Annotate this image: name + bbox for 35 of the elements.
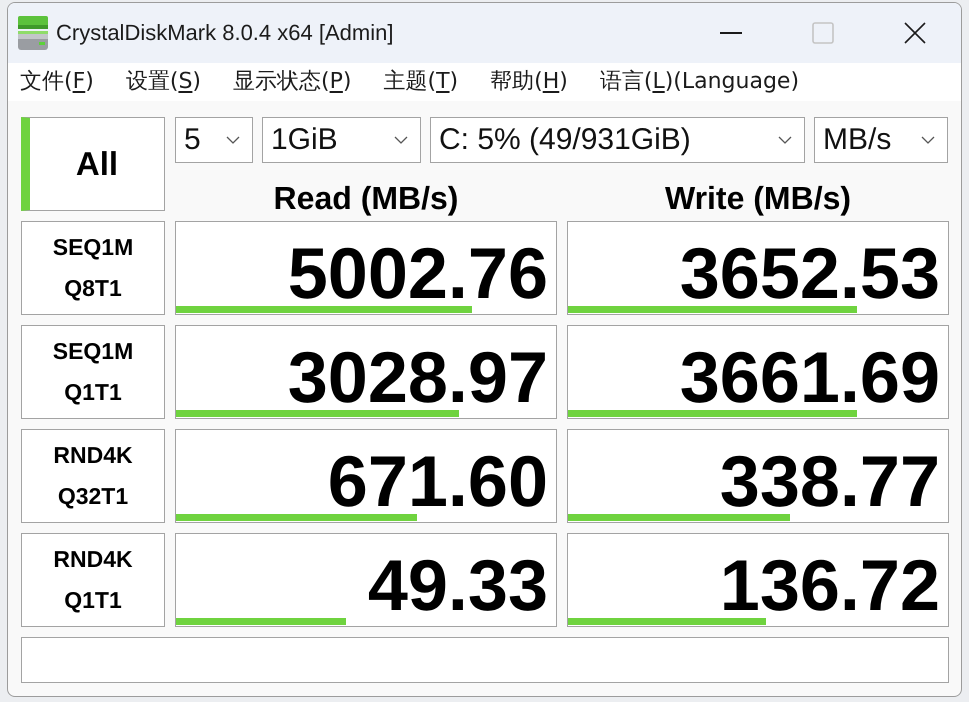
test-button[interactable]: SEQ1M Q1T1	[21, 325, 165, 419]
test-button[interactable]: RND4K Q32T1	[21, 429, 165, 523]
result-value: 49.33	[368, 554, 549, 618]
chevron-down-icon	[778, 136, 792, 144]
dropdown[interactable]: MB/s	[814, 117, 948, 163]
disk-drive-icon	[18, 16, 48, 50]
column-header: Write (MB/s)	[664, 182, 852, 214]
menu-item[interactable]: 主题(T)	[383, 67, 458, 97]
chevron-down-icon	[394, 136, 408, 144]
dropdown[interactable]: C: 5% (49/931GiB)	[430, 117, 805, 163]
result-value: 136.72	[720, 554, 941, 618]
test-button[interactable]: RND4K Q1T1	[21, 533, 165, 627]
chevron-down-icon	[226, 136, 240, 144]
menu-item[interactable]: 帮助(H)	[490, 67, 568, 97]
dropdown[interactable]: 1GiB	[262, 117, 421, 163]
menu-item[interactable]: 语言(L)(Language)	[600, 67, 800, 97]
menu-item[interactable]: 设置(S)	[126, 67, 201, 97]
result-value: 3652.53	[680, 242, 941, 306]
result-value: 5002.76	[288, 242, 549, 306]
chevron-down-icon	[921, 136, 935, 144]
column-header: Read (MB/s)	[274, 182, 458, 214]
maximize-icon	[812, 22, 834, 44]
menu-item[interactable]: 文件(F)	[20, 67, 94, 97]
result-value: 671.60	[328, 450, 549, 514]
result-value: 3028.97	[288, 346, 549, 410]
menu-item[interactable]: 显示状态(P)	[233, 67, 352, 97]
dropdown[interactable]: 5	[175, 117, 253, 163]
window-title: CrystalDiskMark 8.0.4 x64 [Admin]	[56, 20, 394, 46]
comment-field[interactable]	[21, 637, 949, 683]
close-icon	[904, 22, 926, 44]
result-value: 338.77	[720, 450, 941, 514]
run-all-button[interactable]: All	[21, 117, 165, 211]
result-value: 3661.69	[680, 346, 941, 410]
test-button[interactable]: SEQ1M Q8T1	[21, 221, 165, 315]
minimize-icon	[720, 32, 742, 34]
